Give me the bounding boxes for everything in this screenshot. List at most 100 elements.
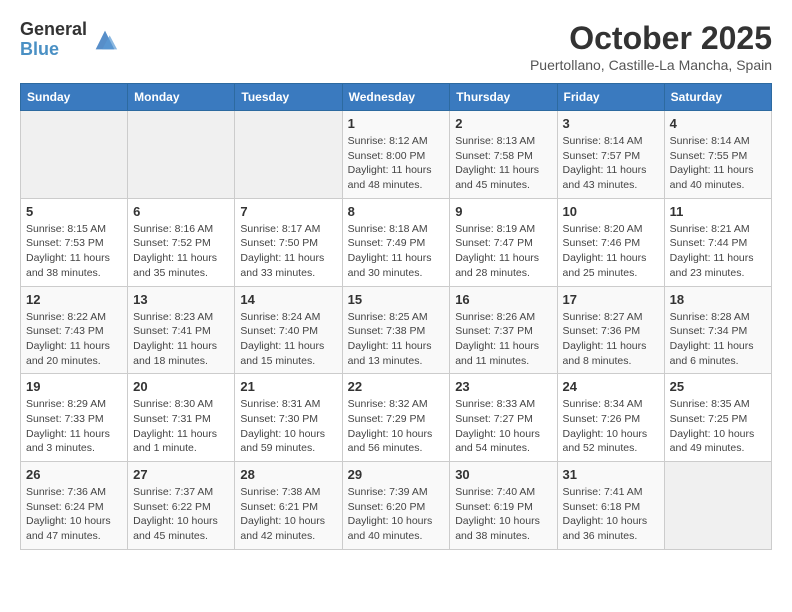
- day-info: Sunrise: 8:33 AM Sunset: 7:27 PM Dayligh…: [455, 397, 551, 456]
- calendar-cell: 1 Sunrise: 8:12 AM Sunset: 8:00 PM Daylig…: [342, 111, 450, 199]
- day-info: Sunrise: 8:31 AM Sunset: 7:30 PM Dayligh…: [240, 397, 336, 456]
- calendar-cell: 31 Sunrise: 7:41 AM Sunset: 6:18 PM Dayli…: [557, 462, 664, 550]
- day-info: Sunrise: 8:27 AM Sunset: 7:36 PM Dayligh…: [563, 310, 659, 369]
- day-info: Sunrise: 8:13 AM Sunset: 7:58 PM Dayligh…: [455, 134, 551, 193]
- day-number: 26: [26, 467, 122, 482]
- day-number: 6: [133, 204, 229, 219]
- calendar-cell: 11Sunrise: 8:21 AM Sunset: 7:44 PM Dayli…: [664, 198, 771, 286]
- title-block: October 2025 Puertollano, Castille-La Ma…: [530, 20, 772, 73]
- calendar-cell: 28 Sunrise: 7:38 AM Sunset: 6:21 PM Dayli…: [235, 462, 342, 550]
- day-number: 12: [26, 292, 122, 307]
- calendar-cell: 24 Sunrise: 8:34 AM Sunset: 7:26 PM Dayli…: [557, 374, 664, 462]
- day-info: Sunrise: 8:32 AM Sunset: 7:29 PM Dayligh…: [348, 397, 445, 456]
- day-info: Sunrise: 8:19 AM Sunset: 7:47 PM Dayligh…: [455, 222, 551, 281]
- calendar-cell: 4 Sunrise: 8:14 AM Sunset: 7:55 PM Daylig…: [664, 111, 771, 199]
- calendar-title: October 2025: [530, 20, 772, 57]
- calendar-cell: 27 Sunrise: 7:37 AM Sunset: 6:22 PM Dayli…: [128, 462, 235, 550]
- day-number: 1: [348, 116, 445, 131]
- day-info: Sunrise: 8:14 AM Sunset: 7:55 PM Dayligh…: [670, 134, 766, 193]
- day-info: Sunrise: 8:29 AM Sunset: 7:33 PM Dayligh…: [26, 397, 122, 456]
- calendar-cell: [21, 111, 128, 199]
- column-header-thursday: Thursday: [450, 84, 557, 111]
- day-number: 16: [455, 292, 551, 307]
- calendar-cell: [128, 111, 235, 199]
- calendar-cell: 29Sunrise: 7:39 AM Sunset: 6:20 PM Dayli…: [342, 462, 450, 550]
- day-info: Sunrise: 8:21 AM Sunset: 7:44 PM Dayligh…: [670, 222, 766, 281]
- column-header-wednesday: Wednesday: [342, 84, 450, 111]
- calendar-cell: 5Sunrise: 8:15 AM Sunset: 7:53 PM Daylig…: [21, 198, 128, 286]
- calendar-cell: 6 Sunrise: 8:16 AM Sunset: 7:52 PM Daylig…: [128, 198, 235, 286]
- day-info: Sunrise: 8:16 AM Sunset: 7:52 PM Dayligh…: [133, 222, 229, 281]
- day-number: 4: [670, 116, 766, 131]
- calendar-cell: 14 Sunrise: 8:24 AM Sunset: 7:40 PM Dayli…: [235, 286, 342, 374]
- day-number: 20: [133, 379, 229, 394]
- day-number: 18: [670, 292, 766, 307]
- column-header-tuesday: Tuesday: [235, 84, 342, 111]
- day-number: 27: [133, 467, 229, 482]
- calendar-cell: [664, 462, 771, 550]
- calendar-cell: 25 Sunrise: 8:35 AM Sunset: 7:25 PM Dayli…: [664, 374, 771, 462]
- day-info: Sunrise: 8:30 AM Sunset: 7:31 PM Dayligh…: [133, 397, 229, 456]
- calendar-cell: 2 Sunrise: 8:13 AM Sunset: 7:58 PM Daylig…: [450, 111, 557, 199]
- calendar-cell: 10Sunrise: 8:20 AM Sunset: 7:46 PM Dayli…: [557, 198, 664, 286]
- calendar-cell: 18 Sunrise: 8:28 AM Sunset: 7:34 PM Dayli…: [664, 286, 771, 374]
- day-number: 28: [240, 467, 336, 482]
- calendar-cell: 19Sunrise: 8:29 AM Sunset: 7:33 PM Dayli…: [21, 374, 128, 462]
- column-header-friday: Friday: [557, 84, 664, 111]
- day-number: 23: [455, 379, 551, 394]
- column-header-monday: Monday: [128, 84, 235, 111]
- calendar-cell: 8 Sunrise: 8:18 AM Sunset: 7:49 PM Daylig…: [342, 198, 450, 286]
- calendar-subtitle: Puertollano, Castille-La Mancha, Spain: [530, 57, 772, 73]
- day-number: 25: [670, 379, 766, 394]
- day-info: Sunrise: 8:35 AM Sunset: 7:25 PM Dayligh…: [670, 397, 766, 456]
- day-number: 7: [240, 204, 336, 219]
- day-info: Sunrise: 8:14 AM Sunset: 7:57 PM Dayligh…: [563, 134, 659, 193]
- calendar-cell: 12Sunrise: 8:22 AM Sunset: 7:43 PM Dayli…: [21, 286, 128, 374]
- calendar-cell: 20 Sunrise: 8:30 AM Sunset: 7:31 PM Dayli…: [128, 374, 235, 462]
- day-info: Sunrise: 8:17 AM Sunset: 7:50 PM Dayligh…: [240, 222, 336, 281]
- day-number: 17: [563, 292, 659, 307]
- day-number: 2: [455, 116, 551, 131]
- day-info: Sunrise: 7:40 AM Sunset: 6:19 PM Dayligh…: [455, 485, 551, 544]
- calendar-cell: 22 Sunrise: 8:32 AM Sunset: 7:29 PM Dayli…: [342, 374, 450, 462]
- day-info: Sunrise: 7:41 AM Sunset: 6:18 PM Dayligh…: [563, 485, 659, 544]
- calendar-cell: 3 Sunrise: 8:14 AM Sunset: 7:57 PM Daylig…: [557, 111, 664, 199]
- day-info: Sunrise: 7:37 AM Sunset: 6:22 PM Dayligh…: [133, 485, 229, 544]
- day-number: 13: [133, 292, 229, 307]
- logo-icon: [91, 26, 119, 54]
- day-info: Sunrise: 7:36 AM Sunset: 6:24 PM Dayligh…: [26, 485, 122, 544]
- day-number: 15: [348, 292, 445, 307]
- day-info: Sunrise: 8:18 AM Sunset: 7:49 PM Dayligh…: [348, 222, 445, 281]
- day-info: Sunrise: 8:20 AM Sunset: 7:46 PM Dayligh…: [563, 222, 659, 281]
- day-number: 8: [348, 204, 445, 219]
- logo-general-text: General: [20, 20, 87, 40]
- column-header-sunday: Sunday: [21, 84, 128, 111]
- day-number: 22: [348, 379, 445, 394]
- calendar-cell: 16 Sunrise: 8:26 AM Sunset: 7:37 PM Dayli…: [450, 286, 557, 374]
- calendar-cell: 23 Sunrise: 8:33 AM Sunset: 7:27 PM Dayli…: [450, 374, 557, 462]
- day-number: 5: [26, 204, 122, 219]
- day-info: Sunrise: 7:39 AM Sunset: 6:20 PM Dayligh…: [348, 485, 445, 544]
- day-number: 30: [455, 467, 551, 482]
- day-info: Sunrise: 8:34 AM Sunset: 7:26 PM Dayligh…: [563, 397, 659, 456]
- day-info: Sunrise: 8:24 AM Sunset: 7:40 PM Dayligh…: [240, 310, 336, 369]
- calendar-cell: 17 Sunrise: 8:27 AM Sunset: 7:36 PM Dayli…: [557, 286, 664, 374]
- day-number: 14: [240, 292, 336, 307]
- calendar-table: SundayMondayTuesdayWednesdayThursdayFrid…: [20, 83, 772, 550]
- calendar-cell: [235, 111, 342, 199]
- day-number: 21: [240, 379, 336, 394]
- day-info: Sunrise: 8:25 AM Sunset: 7:38 PM Dayligh…: [348, 310, 445, 369]
- logo: General Blue: [20, 20, 119, 60]
- day-info: Sunrise: 8:23 AM Sunset: 7:41 PM Dayligh…: [133, 310, 229, 369]
- day-number: 24: [563, 379, 659, 394]
- page-header: General Blue October 2025 Puertollano, C…: [20, 20, 772, 73]
- logo-blue-text: Blue: [20, 40, 87, 60]
- calendar-cell: 15 Sunrise: 8:25 AM Sunset: 7:38 PM Dayli…: [342, 286, 450, 374]
- day-info: Sunrise: 7:38 AM Sunset: 6:21 PM Dayligh…: [240, 485, 336, 544]
- day-info: Sunrise: 8:26 AM Sunset: 7:37 PM Dayligh…: [455, 310, 551, 369]
- day-number: 31: [563, 467, 659, 482]
- day-info: Sunrise: 8:12 AM Sunset: 8:00 PM Dayligh…: [348, 134, 445, 193]
- calendar-cell: 30 Sunrise: 7:40 AM Sunset: 6:19 PM Dayli…: [450, 462, 557, 550]
- day-number: 3: [563, 116, 659, 131]
- day-info: Sunrise: 8:28 AM Sunset: 7:34 PM Dayligh…: [670, 310, 766, 369]
